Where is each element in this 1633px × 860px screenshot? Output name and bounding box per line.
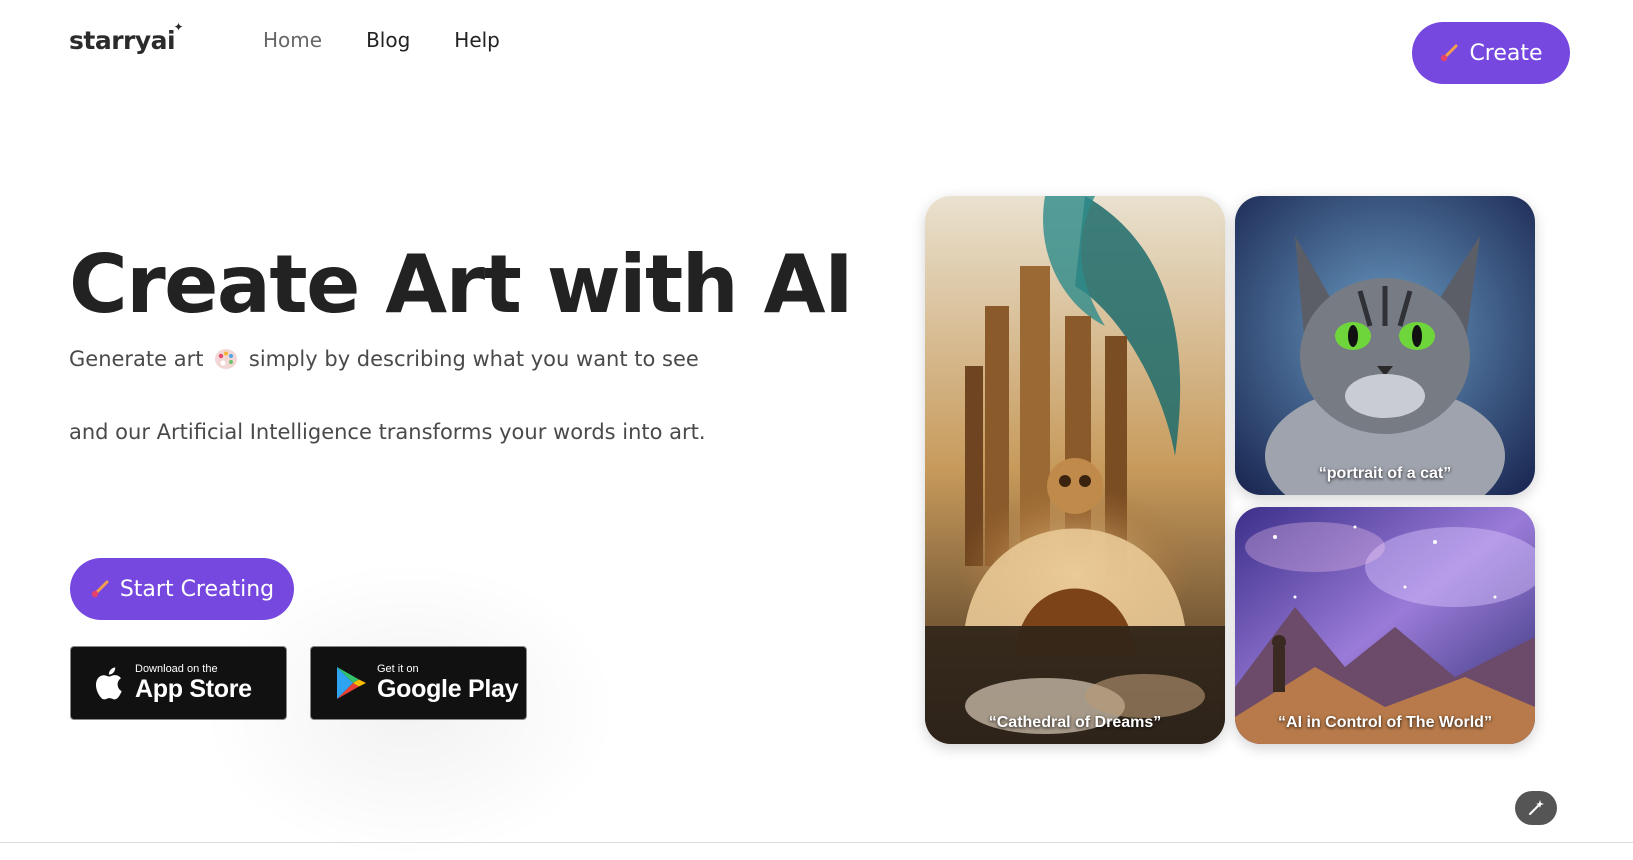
- hero-subtitle-part2: simply by describing what you want to se…: [248, 347, 699, 371]
- magic-wand-button[interactable]: [1515, 791, 1557, 825]
- app-store-big-text: App Store: [135, 675, 252, 703]
- hero-subtitle-line2: and our Artificial Intelligence transfor…: [69, 420, 706, 444]
- cat-portrait-image: [1235, 196, 1535, 495]
- google-play-badge[interactable]: Get it on Google Play: [310, 646, 527, 720]
- main-nav: Home Blog Help: [263, 28, 500, 52]
- header-create-label: Create: [1469, 40, 1543, 66]
- gallery-card-space[interactable]: “AI in Control of The World”: [1235, 507, 1535, 744]
- cathedral-image: [925, 196, 1225, 744]
- hero-title: Create Art with AI: [69, 238, 854, 331]
- paintbrush-icon: [91, 580, 109, 598]
- app-store-small-text: Download on the: [135, 663, 218, 675]
- paintbrush-icon: [1441, 44, 1458, 62]
- nav-home-link[interactable]: Home: [263, 28, 322, 52]
- google-play-big-text: Google Play: [377, 675, 519, 703]
- google-play-icon: [337, 667, 366, 699]
- nav-help-link[interactable]: Help: [454, 28, 500, 52]
- header-create-button[interactable]: Create: [1412, 22, 1570, 84]
- start-creating-button[interactable]: Start Creating: [70, 558, 294, 620]
- hero-subtitle-part1: Generate art: [69, 347, 204, 371]
- gallery-caption: “AI in Control of The World”: [1278, 714, 1492, 731]
- app-store-badge[interactable]: Download on the App Store: [70, 646, 287, 720]
- bottom-divider: [0, 842, 1633, 843]
- google-play-small-text: Get it on: [377, 663, 419, 675]
- palette-icon: [215, 349, 238, 369]
- gallery-card-cathedral[interactable]: “Cathedral of Dreams”: [925, 196, 1225, 744]
- hero-subtitle: Generate art simply by describing what y…: [69, 347, 699, 371]
- sparkle-icon: ✦: [173, 20, 184, 34]
- apple-icon: [95, 667, 122, 700]
- gallery-card-cat[interactable]: “portrait of a cat”: [1235, 196, 1535, 495]
- magic-wand-icon: [1529, 800, 1544, 815]
- nav-blog-link[interactable]: Blog: [366, 28, 410, 52]
- space-landscape-image: [1235, 507, 1535, 744]
- start-creating-label: Start Creating: [119, 576, 275, 602]
- gallery-caption: “portrait of a cat”: [1318, 465, 1452, 482]
- gallery-caption: “Cathedral of Dreams”: [988, 714, 1162, 731]
- brand-logo[interactable]: starryai ✦: [69, 20, 184, 55]
